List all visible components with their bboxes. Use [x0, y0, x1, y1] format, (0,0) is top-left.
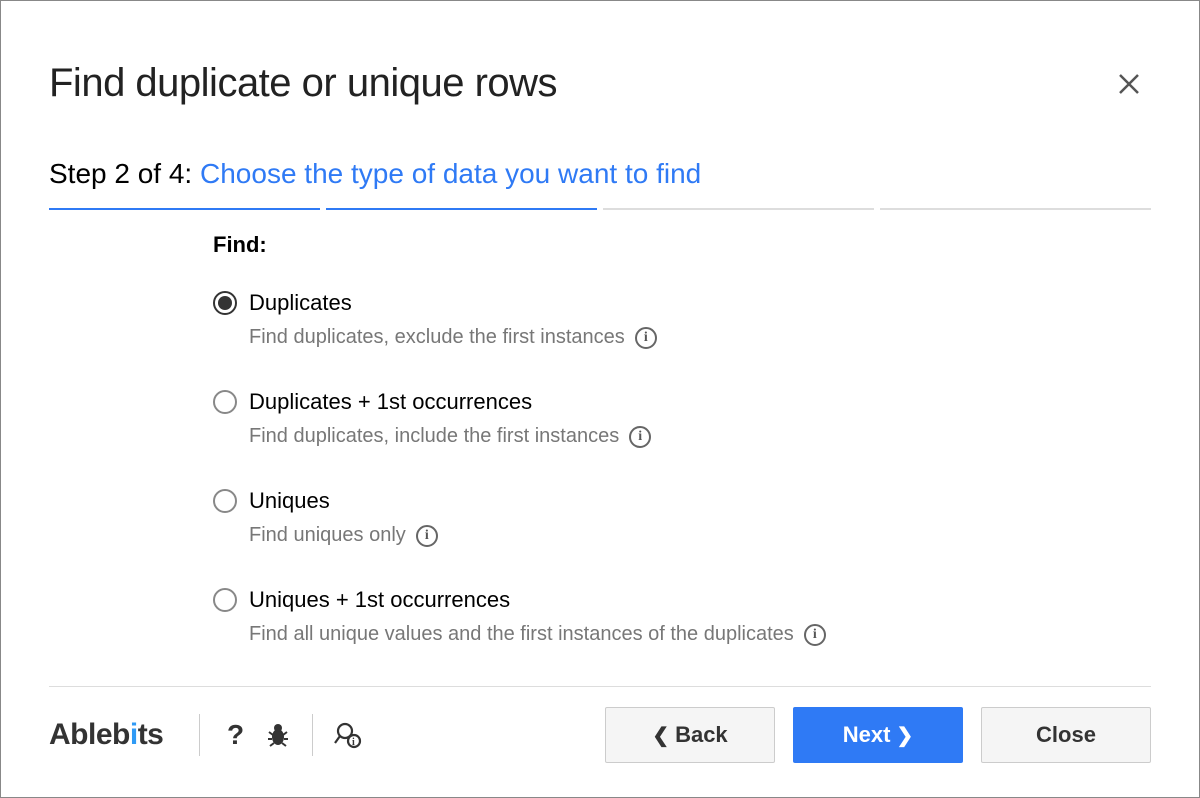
- close-icon[interactable]: [1107, 62, 1151, 106]
- option-duplicates[interactable]: Duplicates Find duplicates, exclude the …: [213, 290, 1151, 349]
- option-label: Duplicates: [249, 290, 352, 316]
- radio-uniques[interactable]: [213, 489, 237, 513]
- option-desc: Find duplicates, include the first insta…: [249, 425, 619, 448]
- step-description: Choose the type of data you want to find: [200, 158, 701, 189]
- bug-icon[interactable]: [256, 713, 300, 757]
- brand-logo: Ablebits: [49, 718, 187, 752]
- search-info-icon[interactable]: i: [325, 713, 369, 757]
- next-button[interactable]: Next ❯: [793, 707, 963, 763]
- close-label: Close: [1036, 722, 1096, 748]
- option-label: Uniques + 1st occurrences: [249, 587, 510, 613]
- divider: [199, 714, 200, 756]
- step-prefix: Step 2 of 4:: [49, 158, 200, 189]
- next-label: Next: [843, 722, 891, 748]
- progress-seg-1: [49, 208, 320, 210]
- find-label: Find:: [213, 232, 1151, 258]
- divider: [312, 714, 313, 756]
- svg-text:i: i: [352, 737, 355, 748]
- chevron-left-icon: ❮: [652, 723, 669, 748]
- option-duplicates-first[interactable]: Duplicates + 1st occurrences Find duplic…: [213, 389, 1151, 448]
- info-icon[interactable]: i: [416, 525, 438, 547]
- back-label: Back: [675, 722, 728, 748]
- progress-bar: [49, 208, 1151, 210]
- option-desc: Find duplicates, exclude the first insta…: [249, 326, 625, 349]
- radio-duplicates-first[interactable]: [213, 390, 237, 414]
- dialog-title: Find duplicate or unique rows: [49, 61, 557, 106]
- option-uniques[interactable]: Uniques Find uniques only i: [213, 488, 1151, 547]
- help-icon[interactable]: ?: [212, 713, 256, 757]
- option-label: Uniques: [249, 488, 330, 514]
- chevron-right-icon: ❯: [896, 723, 913, 748]
- progress-seg-3: [603, 208, 874, 210]
- info-icon[interactable]: i: [804, 624, 826, 646]
- option-uniques-first[interactable]: Uniques + 1st occurrences Find all uniqu…: [213, 587, 1151, 646]
- svg-text:?: ?: [227, 721, 244, 749]
- radio-duplicates[interactable]: [213, 291, 237, 315]
- info-icon[interactable]: i: [629, 426, 651, 448]
- info-icon[interactable]: i: [635, 327, 657, 349]
- option-desc: Find uniques only: [249, 524, 406, 547]
- close-button[interactable]: Close: [981, 707, 1151, 763]
- progress-seg-2: [326, 208, 597, 210]
- progress-seg-4: [880, 208, 1151, 210]
- radio-uniques-first[interactable]: [213, 588, 237, 612]
- back-button[interactable]: ❮ Back: [605, 707, 775, 763]
- option-desc: Find all unique values and the first ins…: [249, 623, 794, 646]
- option-label: Duplicates + 1st occurrences: [249, 389, 532, 415]
- step-indicator: Step 2 of 4: Choose the type of data you…: [49, 158, 1151, 190]
